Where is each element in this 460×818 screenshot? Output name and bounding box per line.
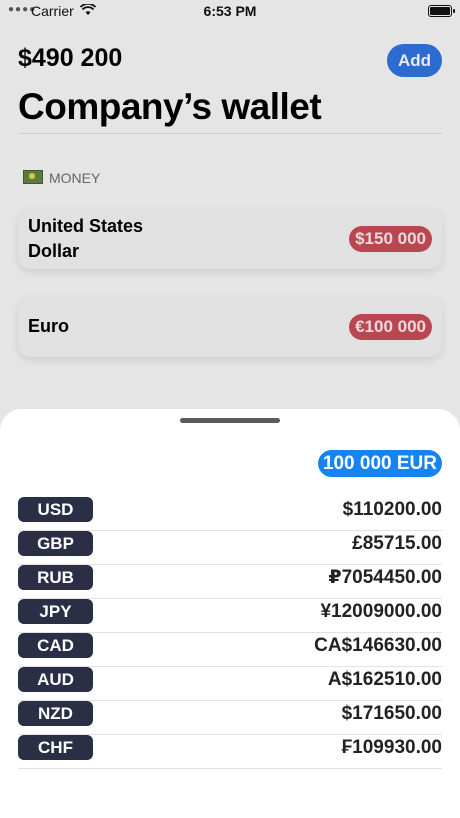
rate-row: RUB ₽7054450.00 bbox=[18, 565, 442, 599]
converted-value: $110200.00 bbox=[342, 499, 442, 520]
currency-code-pill: CAD bbox=[18, 633, 93, 658]
page-title: Company’s wallet bbox=[18, 86, 322, 127]
rate-row: NZD $171650.00 bbox=[18, 701, 442, 735]
currency-code-pill: USD bbox=[18, 497, 93, 522]
currency-amount-badge: $150 000 bbox=[349, 226, 432, 252]
rate-row: AUD A$162510.00 bbox=[18, 667, 442, 701]
converted-value: £85715.00 bbox=[352, 533, 442, 554]
rate-row: GBP £85715.00 bbox=[18, 531, 442, 565]
currency-card-usd[interactable]: United States Dollar $150 000 bbox=[18, 209, 442, 269]
currency-name: Euro bbox=[28, 316, 70, 336]
converted-value: ₣109930.00 bbox=[341, 737, 442, 758]
currency-code-pill: CHF bbox=[18, 735, 93, 760]
header-divider bbox=[18, 133, 442, 134]
converted-value: ¥12009000.00 bbox=[320, 601, 442, 622]
currency-amount-badge: €100 000 bbox=[349, 314, 432, 340]
currency-code-pill: GBP bbox=[18, 531, 93, 556]
currency-code-pill: NZD bbox=[18, 701, 93, 726]
converted-value: $171650.00 bbox=[341, 703, 442, 724]
converted-value: CA$146630.00 bbox=[314, 635, 442, 656]
status-time: 6:53 PM bbox=[203, 3, 257, 19]
battery-icon bbox=[428, 5, 455, 17]
currency-code-pill: JPY bbox=[18, 599, 93, 624]
currency-card-eur[interactable]: Euro €100 000 bbox=[18, 297, 442, 357]
converted-value: ₽7054450.00 bbox=[328, 567, 442, 588]
sheet-grabber[interactable] bbox=[180, 418, 280, 423]
section-label: MONEY bbox=[49, 170, 101, 186]
currency-code-pill: AUD bbox=[18, 667, 93, 692]
banknote-icon bbox=[23, 170, 43, 184]
rate-row: JPY ¥12009000.00 bbox=[18, 599, 442, 633]
rate-row: CAD CA$146630.00 bbox=[18, 633, 442, 667]
converted-value: A$162510.00 bbox=[327, 669, 442, 690]
currency-name: United States Dollar bbox=[28, 216, 144, 261]
section-header-money: MONEY bbox=[23, 170, 100, 186]
status-bar: ●●●● Carrier 6:53 PM bbox=[0, 0, 460, 24]
rate-row: USD $110200.00 bbox=[18, 497, 442, 531]
add-button[interactable]: Add bbox=[387, 44, 442, 77]
currency-code-pill: RUB bbox=[18, 565, 93, 590]
conversion-sheet: 100 000 EUR USD $110200.00 GBP £85715.00… bbox=[0, 409, 460, 818]
rate-row: CHF ₣109930.00 bbox=[18, 735, 442, 769]
rate-list: USD $110200.00 GBP £85715.00 RUB ₽705445… bbox=[18, 497, 442, 769]
base-amount-badge: 100 000 EUR bbox=[317, 450, 442, 477]
total-balance: $490 200 bbox=[18, 44, 123, 72]
